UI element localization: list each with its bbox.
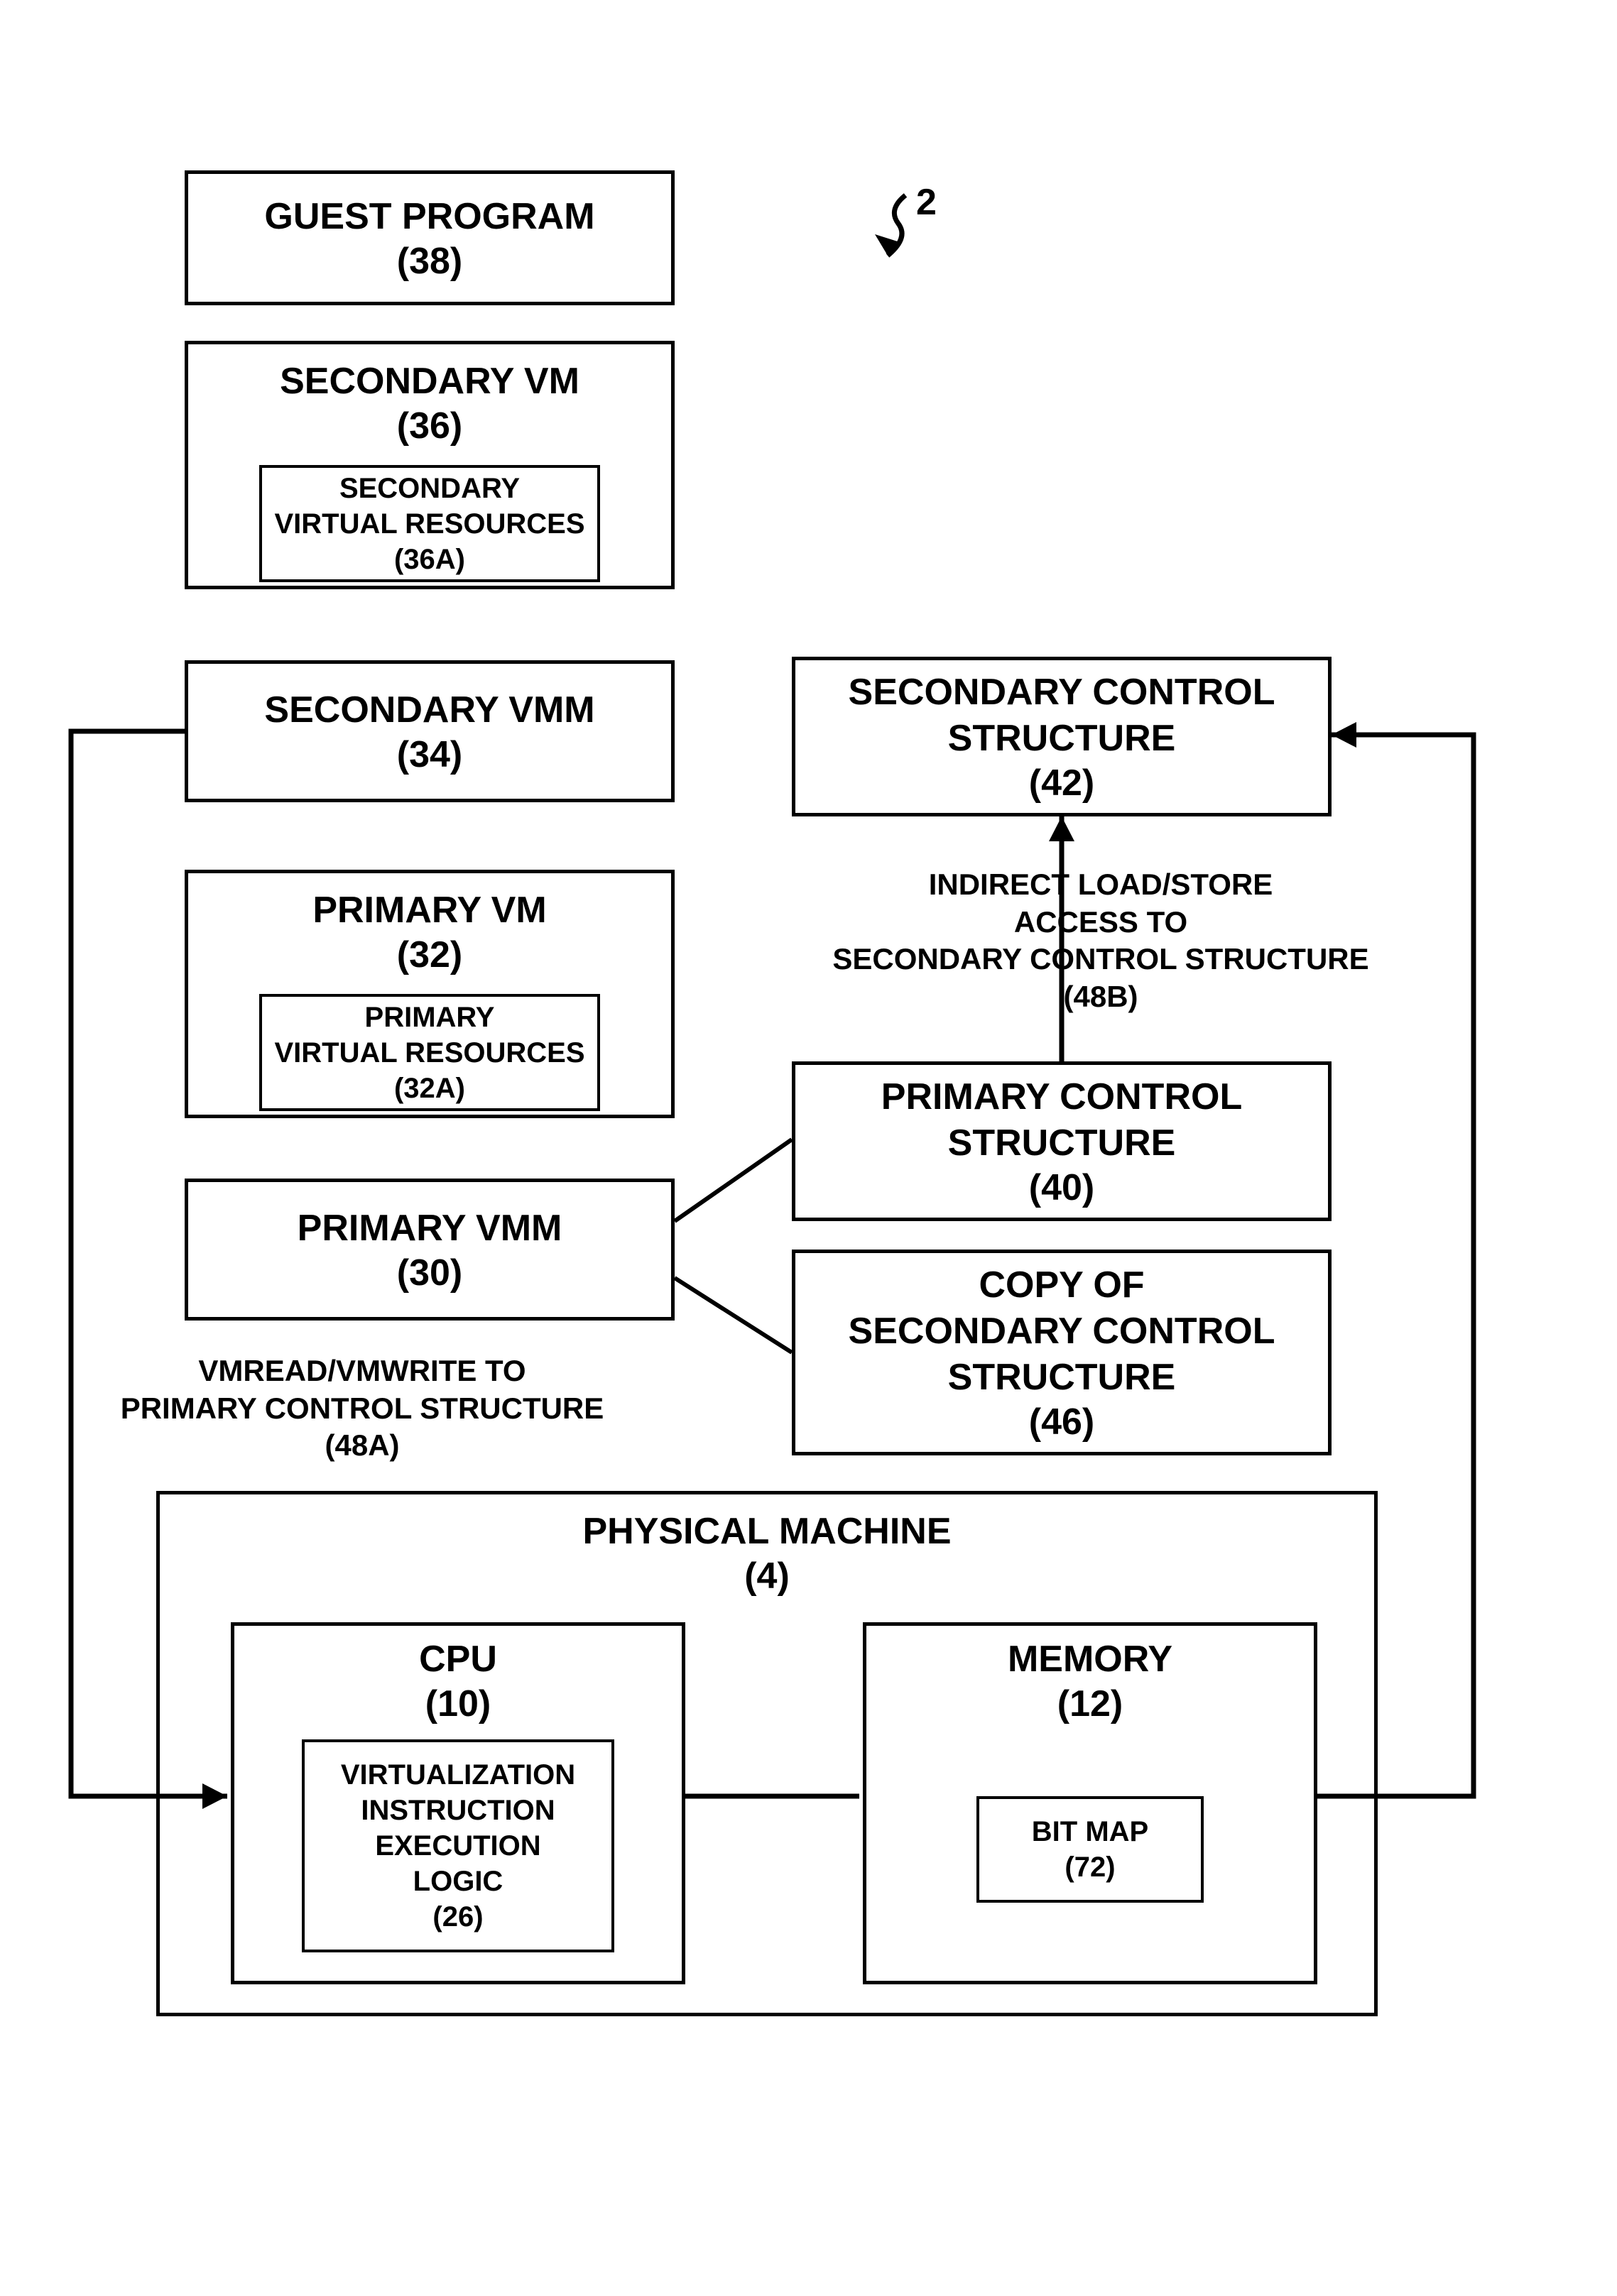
bitmap-id: (72) xyxy=(1065,1849,1115,1885)
primary-vr-id: (32A) xyxy=(394,1071,465,1106)
bitmap-title: BIT MAP xyxy=(1032,1814,1148,1849)
box-secondary-vmm: SECONDARY VMM (34) xyxy=(185,660,675,802)
copy-cs-id: (46) xyxy=(1029,1401,1094,1443)
indls-l1: INDIRECT LOAD/STORE xyxy=(802,866,1399,904)
sec-cs-id: (42) xyxy=(1029,762,1094,804)
phys-title: PHYSICAL MACHINE xyxy=(582,1509,951,1555)
secondary-vmm-title: SECONDARY VMM xyxy=(264,687,594,733)
label-indirect-load-store: INDIRECT LOAD/STORE ACCESS TO SECONDARY … xyxy=(802,866,1399,1015)
sec-cs-title: SECONDARY CONTROL STRUCTURE xyxy=(849,669,1275,762)
vmrw-l2: PRIMARY CONTROL STRUCTURE xyxy=(99,1390,625,1428)
box-memory: MEMORY (12) BIT MAP (72) xyxy=(863,1622,1317,1984)
reference-2: 2 xyxy=(916,181,937,224)
indls-l4: (48B) xyxy=(802,978,1399,1016)
label-vmread-vmwrite: VMREAD/VMWRITE TO PRIMARY CONTROL STRUCT… xyxy=(99,1352,625,1465)
indls-l2: ACCESS TO xyxy=(802,904,1399,941)
primary-vmm-title: PRIMARY VMM xyxy=(298,1206,562,1252)
primary-vm-title: PRIMARY VM xyxy=(312,887,546,934)
box-primary-control-structure: PRIMARY CONTROL STRUCTURE (40) xyxy=(792,1061,1332,1221)
guest-program-id: (38) xyxy=(397,240,462,283)
pri-cs-title: PRIMARY CONTROL STRUCTURE xyxy=(881,1074,1242,1166)
secondary-vm-id: (36) xyxy=(397,405,462,447)
box-cpu: CPU (10) VIRTUALIZATION INSTRUCTION EXEC… xyxy=(231,1622,685,1984)
diagram-canvas: 2 GUEST PROGRAM (38) SECONDARY VM (36) S… xyxy=(0,0,1617,2296)
viel-title: VIRTUALIZATION INSTRUCTION EXECUTION LOG… xyxy=(341,1757,575,1899)
cpu-id: (10) xyxy=(425,1683,491,1725)
box-physical-machine: PHYSICAL MACHINE (4) CPU (10) VIRTUALIZA… xyxy=(156,1491,1378,2016)
box-secondary-virtual-resources: SECONDARY VIRTUAL RESOURCES (36A) xyxy=(259,465,600,582)
secondary-vm-title: SECONDARY VM xyxy=(280,359,579,405)
indls-l3: SECONDARY CONTROL STRUCTURE xyxy=(802,941,1399,978)
vmrw-l3: (48A) xyxy=(99,1427,625,1465)
box-secondary-control-structure: SECONDARY CONTROL STRUCTURE (42) xyxy=(792,657,1332,816)
secondary-vr-title: SECONDARY VIRTUAL RESOURCES xyxy=(274,471,584,542)
cpu-title: CPU xyxy=(419,1636,497,1683)
mem-title: MEMORY xyxy=(1008,1636,1172,1683)
viel-id: (26) xyxy=(432,1899,483,1935)
guest-program-title: GUEST PROGRAM xyxy=(264,194,594,240)
secondary-vmm-id: (34) xyxy=(397,733,462,776)
mem-id: (12) xyxy=(1057,1683,1123,1725)
box-viel: VIRTUALIZATION INSTRUCTION EXECUTION LOG… xyxy=(302,1739,614,1952)
box-secondary-vm: SECONDARY VM (36) SECONDARY VIRTUAL RESO… xyxy=(185,341,675,589)
primary-vr-title: PRIMARY VIRTUAL RESOURCES xyxy=(274,1000,584,1071)
box-guest-program: GUEST PROGRAM (38) xyxy=(185,170,675,305)
phys-id: (4) xyxy=(744,1555,790,1597)
box-primary-vm: PRIMARY VM (32) PRIMARY VIRTUAL RESOURCE… xyxy=(185,870,675,1118)
box-copy-secondary-cs: COPY OF SECONDARY CONTROL STRUCTURE (46) xyxy=(792,1250,1332,1455)
copy-cs-title: COPY OF SECONDARY CONTROL STRUCTURE xyxy=(849,1262,1275,1401)
box-primary-vmm: PRIMARY VMM (30) xyxy=(185,1179,675,1321)
box-primary-virtual-resources: PRIMARY VIRTUAL RESOURCES (32A) xyxy=(259,994,600,1111)
pri-cs-id: (40) xyxy=(1029,1166,1094,1209)
vmrw-l1: VMREAD/VMWRITE TO xyxy=(99,1352,625,1390)
primary-vm-id: (32) xyxy=(397,934,462,976)
secondary-vr-id: (36A) xyxy=(394,542,465,577)
box-bitmap: BIT MAP (72) xyxy=(976,1796,1204,1903)
primary-vmm-id: (30) xyxy=(397,1252,462,1294)
